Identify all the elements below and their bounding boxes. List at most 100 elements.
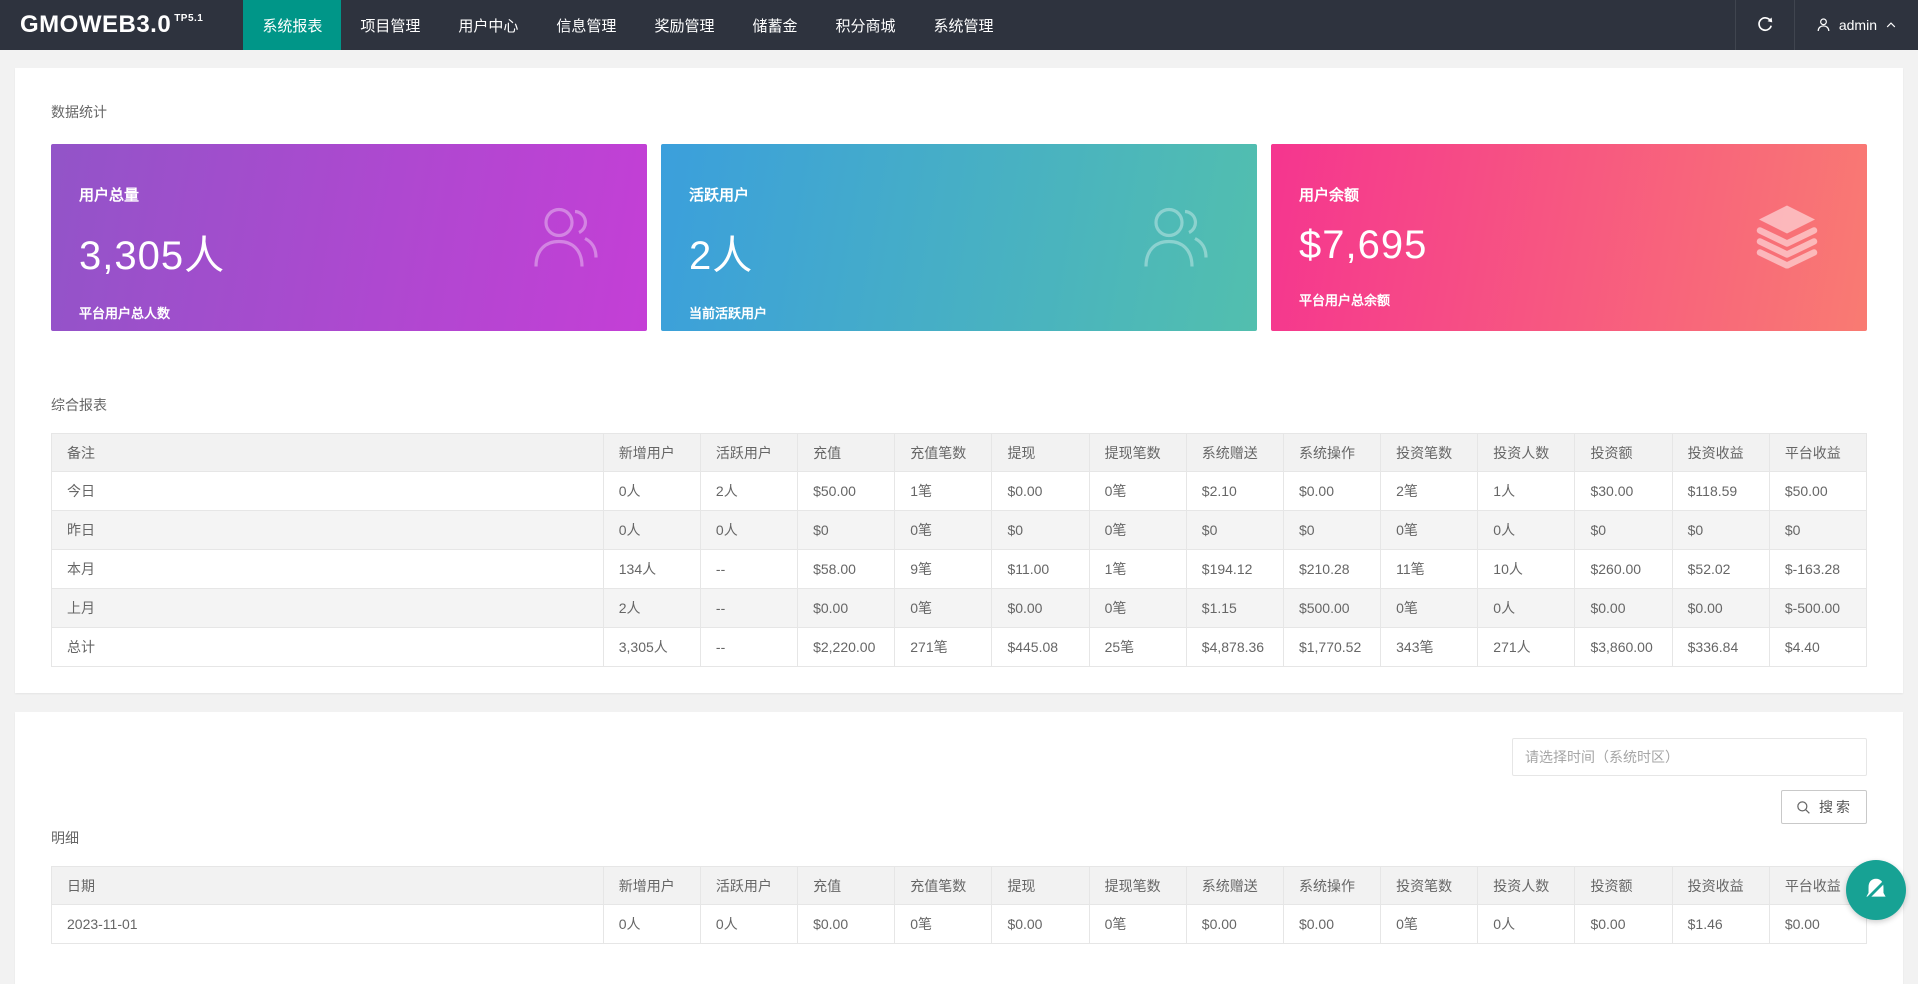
cell: $52.02 xyxy=(1672,550,1769,589)
cell: $0 xyxy=(1186,511,1283,550)
cell: $4.40 xyxy=(1769,628,1866,667)
cell: $0.00 xyxy=(1575,905,1672,944)
stats-section-title: 数据统计 xyxy=(51,104,1867,120)
cell: $0 xyxy=(1769,511,1866,550)
nav-item-7[interactable]: 积分商城 xyxy=(816,0,914,50)
cell: $500.00 xyxy=(1283,589,1380,628)
table-row: 2023-11-010人0人$0.000笔$0.000笔$0.00$0.000笔… xyxy=(52,905,1867,944)
column-header: 日期 xyxy=(52,867,604,905)
user-icon xyxy=(1815,15,1832,35)
chevron-up-icon xyxy=(1884,18,1898,32)
cell: $336.84 xyxy=(1672,628,1769,667)
cell: $0.00 xyxy=(992,589,1089,628)
top-navbar: GMOWEB3.0 TP5.1 系统报表项目管理用户中心信息管理奖励管理储蓄金积… xyxy=(0,0,1918,50)
search-button[interactable]: 搜索 xyxy=(1781,790,1867,824)
nav-item-2[interactable]: 项目管理 xyxy=(341,0,439,50)
date-range-input[interactable] xyxy=(1512,738,1867,776)
search-icon xyxy=(1795,799,1812,816)
user-dropdown[interactable]: admin xyxy=(1795,0,1918,50)
cell: 3,305人 xyxy=(603,628,700,667)
column-header: 系统操作 xyxy=(1283,434,1380,472)
cell: $445.08 xyxy=(992,628,1089,667)
cell: $-163.28 xyxy=(1769,550,1866,589)
cell: 2笔 xyxy=(1381,472,1478,511)
column-header: 投资收益 xyxy=(1672,867,1769,905)
refresh-icon xyxy=(1755,15,1775,35)
stat-card-subtitle: 平台用户总人数 xyxy=(79,303,647,322)
cell: $0.00 xyxy=(798,905,895,944)
cell: $118.59 xyxy=(1672,472,1769,511)
mute-notifications-button[interactable] xyxy=(1846,860,1906,920)
nav-item-5[interactable]: 奖励管理 xyxy=(635,0,733,50)
column-header: 备注 xyxy=(52,434,604,472)
column-header: 提现 xyxy=(992,434,1089,472)
column-header: 投资笔数 xyxy=(1381,867,1478,905)
cell: 0人 xyxy=(1478,905,1575,944)
table-row: 上月2人--$0.000笔$0.000笔$1.15$500.000笔0人$0.0… xyxy=(52,589,1867,628)
cell: 0笔 xyxy=(895,905,992,944)
cell: $1,770.52 xyxy=(1283,628,1380,667)
search-button-label: 搜索 xyxy=(1819,797,1853,817)
button-row: 搜索 xyxy=(51,790,1867,824)
nav-item-4[interactable]: 信息管理 xyxy=(537,0,635,50)
cell: $58.00 xyxy=(798,550,895,589)
nav-item-8[interactable]: 系统管理 xyxy=(914,0,1012,50)
cell: $0 xyxy=(992,511,1089,550)
cell: 0人 xyxy=(700,511,797,550)
cell: $260.00 xyxy=(1575,550,1672,589)
cell: 343笔 xyxy=(1381,628,1478,667)
cell: $0.00 xyxy=(1283,905,1380,944)
cell: $-500.00 xyxy=(1769,589,1866,628)
cell: 0人 xyxy=(700,905,797,944)
nav-item-3[interactable]: 用户中心 xyxy=(439,0,537,50)
column-header: 活跃用户 xyxy=(700,434,797,472)
cell: 本月 xyxy=(52,550,604,589)
table-row: 本月134人--$58.009笔$11.001笔$194.12$210.2811… xyxy=(52,550,1867,589)
column-header: 平台收益 xyxy=(1769,434,1866,472)
column-header: 活跃用户 xyxy=(700,867,797,905)
column-header: 新增用户 xyxy=(603,867,700,905)
cell: $0.00 xyxy=(992,905,1089,944)
cell: 1笔 xyxy=(895,472,992,511)
nav-item-1[interactable]: 系统报表 xyxy=(243,0,341,50)
cell: $0.00 xyxy=(1283,472,1380,511)
column-header: 系统赠送 xyxy=(1186,867,1283,905)
cell: 1笔 xyxy=(1089,550,1186,589)
column-header: 充值笔数 xyxy=(895,434,992,472)
cell: 271笔 xyxy=(895,628,992,667)
cell: $50.00 xyxy=(1769,472,1866,511)
cell: 0笔 xyxy=(895,589,992,628)
stat-card-subtitle: 当前活跃用户 xyxy=(689,303,1257,322)
summary-table: 备注新增用户活跃用户充值充值笔数提现提现笔数系统赠送系统操作投资笔数投资人数投资… xyxy=(51,433,1867,667)
column-header: 新增用户 xyxy=(603,434,700,472)
cell: 昨日 xyxy=(52,511,604,550)
column-header: 充值 xyxy=(798,867,895,905)
cell: 1人 xyxy=(1478,472,1575,511)
cell: $0.00 xyxy=(1672,589,1769,628)
header-row: 日期新增用户活跃用户充值充值笔数提现提现笔数系统赠送系统操作投资笔数投资人数投资… xyxy=(52,867,1867,905)
stat-card-active-users: 活跃用户 2人 当前活跃用户 xyxy=(661,144,1257,331)
cell: $194.12 xyxy=(1186,550,1283,589)
cell: 271人 xyxy=(1478,628,1575,667)
nav-item-6[interactable]: 储蓄金 xyxy=(733,0,816,50)
stat-card-total-users: 用户总量 3,305人 平台用户总人数 xyxy=(51,144,647,331)
cell: $0 xyxy=(1672,511,1769,550)
cell: 0人 xyxy=(1478,589,1575,628)
cell: 2023-11-01 xyxy=(52,905,604,944)
cell: 今日 xyxy=(52,472,604,511)
cell: $2.10 xyxy=(1186,472,1283,511)
cell: 0笔 xyxy=(1381,905,1478,944)
cell: 10人 xyxy=(1478,550,1575,589)
app-logo: GMOWEB3.0 TP5.1 xyxy=(0,0,243,50)
stats-panel: 数据统计 用户总量 3,305人 平台用户总人数 活跃用户 2人 当前活跃用户 xyxy=(15,68,1903,693)
detail-table: 日期新增用户活跃用户充值充值笔数提现提现笔数系统赠送系统操作投资笔数投资人数投资… xyxy=(51,866,1867,944)
column-header: 提现笔数 xyxy=(1089,867,1186,905)
cell: $4,878.36 xyxy=(1186,628,1283,667)
refresh-button[interactable] xyxy=(1736,0,1794,50)
column-header: 充值笔数 xyxy=(895,867,992,905)
cell: $0.00 xyxy=(992,472,1089,511)
bell-slash-icon xyxy=(1860,874,1892,906)
cell: $1.46 xyxy=(1672,905,1769,944)
cell: -- xyxy=(700,628,797,667)
column-header: 投资笔数 xyxy=(1381,434,1478,472)
